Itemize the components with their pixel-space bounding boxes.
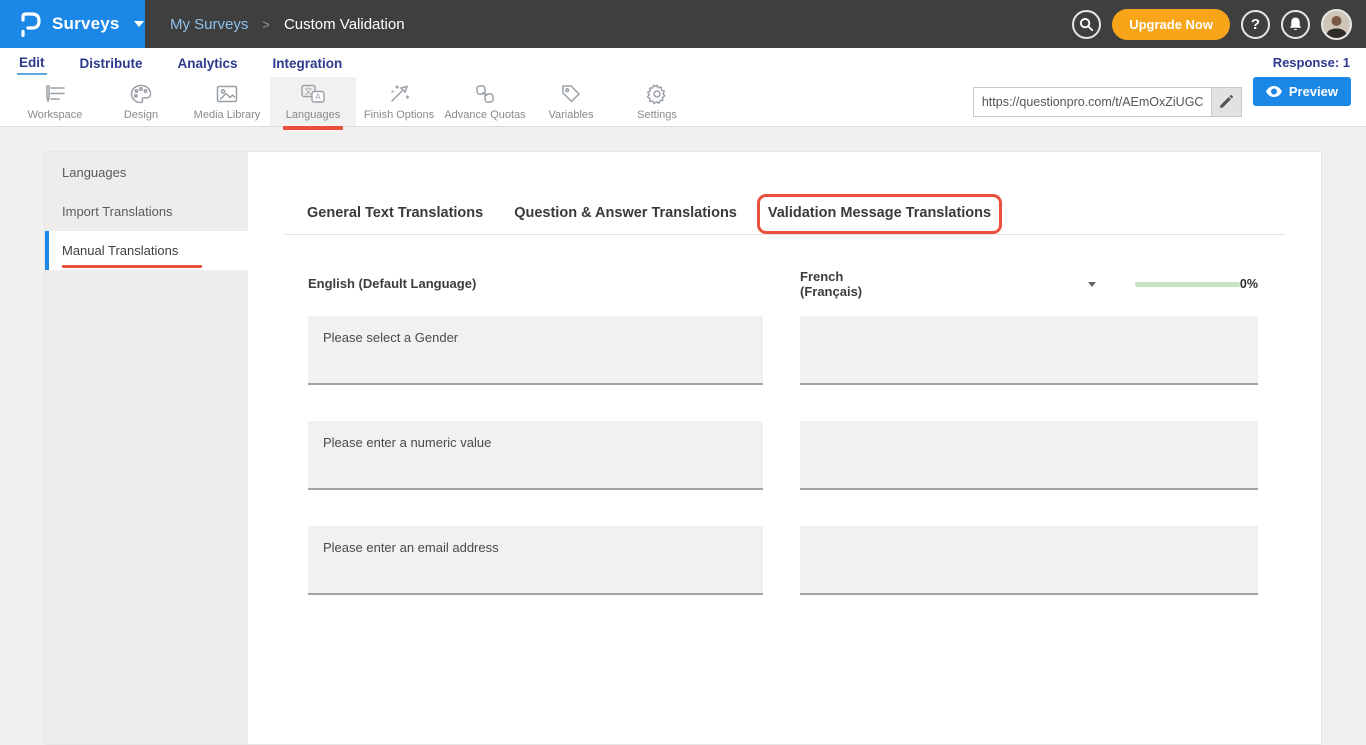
languages-icon: 文 A — [300, 83, 326, 105]
translation-rows: Please select a Gender Please enter a nu… — [308, 316, 1285, 595]
header-actions: Upgrade Now ? — [1072, 9, 1352, 40]
translation-progress-bar — [1135, 282, 1240, 287]
svg-text:文: 文 — [305, 86, 313, 96]
questionpro-logo-icon — [18, 10, 42, 38]
survey-url-group — [973, 87, 1242, 117]
search-button[interactable] — [1072, 10, 1101, 39]
help-button[interactable]: ? — [1241, 10, 1270, 39]
red-annotation-underline-languages — [283, 126, 343, 130]
tab-question-answer-translations[interactable]: Question & Answer Translations — [514, 205, 737, 234]
target-language-select[interactable]: French (Français) — [800, 269, 1096, 299]
finish-options-wand-icon — [388, 83, 410, 105]
pencil-icon — [1219, 95, 1233, 109]
english-validation-message-1: Please select a Gender — [308, 316, 763, 385]
source-language-label: English (Default Language) — [308, 276, 476, 291]
red-annotation-underline-manual-translations — [62, 265, 202, 269]
user-avatar[interactable] — [1321, 9, 1352, 40]
response-count[interactable]: Response: 1 — [1273, 55, 1350, 70]
tab-edit[interactable]: Edit — [17, 51, 47, 75]
preview-button[interactable]: Preview — [1253, 77, 1351, 106]
translation-row: Please enter a numeric value — [308, 421, 1285, 490]
english-validation-message-2: Please enter a numeric value — [308, 421, 763, 490]
design-palette-icon — [130, 83, 152, 105]
toolbar-item-media-library[interactable]: Media Library — [184, 77, 270, 126]
sidebar-item-manual-translations[interactable]: Manual Translations — [45, 231, 248, 270]
languages-panel: Languages Import Translations Manual Tra… — [45, 152, 1321, 744]
question-mark-icon: ? — [1251, 16, 1260, 33]
toolbar-item-settings[interactable]: Settings — [614, 77, 700, 126]
surveys-product-menu[interactable]: Surveys — [0, 0, 145, 48]
toolbar-item-design[interactable]: Design — [98, 77, 184, 126]
english-validation-message-3: Please enter an email address — [308, 526, 763, 595]
french-translation-input-3[interactable] — [800, 526, 1258, 595]
toolbar-item-finish-options[interactable]: Finish Options — [356, 77, 442, 126]
translation-row: Please select a Gender — [308, 316, 1285, 385]
toolbar-item-languages[interactable]: 文 A Languages — [270, 77, 356, 126]
toolbar-item-workspace[interactable]: Workspace — [12, 77, 98, 126]
upgrade-now-button[interactable]: Upgrade Now — [1112, 9, 1230, 40]
translation-tabs: General Text Translations Question & Ans… — [285, 205, 1285, 234]
tab-integration[interactable]: Integration — [271, 52, 345, 74]
breadcrumb-bar: My Surveys > Custom Validation Upgrade N… — [145, 0, 1366, 48]
survey-url-input[interactable] — [973, 87, 1211, 117]
manual-translations-main: General Text Translations Question & Ans… — [248, 152, 1321, 744]
breadcrumb-my-surveys[interactable]: My Surveys — [170, 16, 248, 33]
tabs-divider — [285, 234, 1285, 235]
toolbar-item-advance-quotas[interactable]: Advance Quotas — [442, 77, 528, 126]
tab-general-text-translations[interactable]: General Text Translations — [307, 205, 483, 234]
page-background: Languages Import Translations Manual Tra… — [0, 127, 1366, 744]
workspace-icon — [43, 83, 67, 105]
sidebar-item-languages[interactable]: Languages — [45, 153, 248, 192]
chevron-down-icon — [1088, 282, 1096, 287]
sidebar-item-import-translations[interactable]: Import Translations — [45, 192, 248, 231]
chevron-down-icon — [134, 21, 144, 27]
languages-sidebar: Languages Import Translations Manual Tra… — [45, 152, 248, 744]
product-name: Surveys — [52, 14, 120, 34]
media-library-icon — [216, 83, 238, 105]
edit-url-button[interactable] — [1211, 87, 1242, 117]
settings-gear-icon — [646, 83, 668, 105]
search-icon — [1079, 17, 1094, 32]
survey-section-nav: Edit Distribute Analytics Integration Re… — [0, 48, 1366, 77]
translation-progress-percent: 0% — [1240, 277, 1258, 291]
french-translation-input-1[interactable] — [800, 316, 1258, 385]
notifications-button[interactable] — [1281, 10, 1310, 39]
language-columns-header: English (Default Language) French (Franç… — [308, 269, 1285, 299]
tab-analytics[interactable]: Analytics — [176, 52, 240, 74]
app-header: Surveys My Surveys > Custom Validation U… — [0, 0, 1366, 48]
french-translation-input-2[interactable] — [800, 421, 1258, 490]
variables-tag-icon — [560, 83, 582, 105]
advance-quotas-link-icon — [474, 83, 496, 105]
toolbar-item-variables[interactable]: Variables — [528, 77, 614, 126]
breadcrumb-survey-title: Custom Validation — [284, 16, 405, 33]
edit-toolbar: Workspace Design Media Library 文 — [0, 77, 1366, 127]
svg-text:A: A — [315, 92, 321, 101]
translation-row: Please enter an email address — [308, 526, 1285, 595]
breadcrumb-separator: > — [262, 17, 270, 32]
tab-validation-message-translations[interactable]: Validation Message Translations — [768, 205, 991, 234]
eye-icon — [1266, 86, 1282, 97]
tab-distribute[interactable]: Distribute — [78, 52, 145, 74]
bell-icon — [1288, 16, 1303, 32]
